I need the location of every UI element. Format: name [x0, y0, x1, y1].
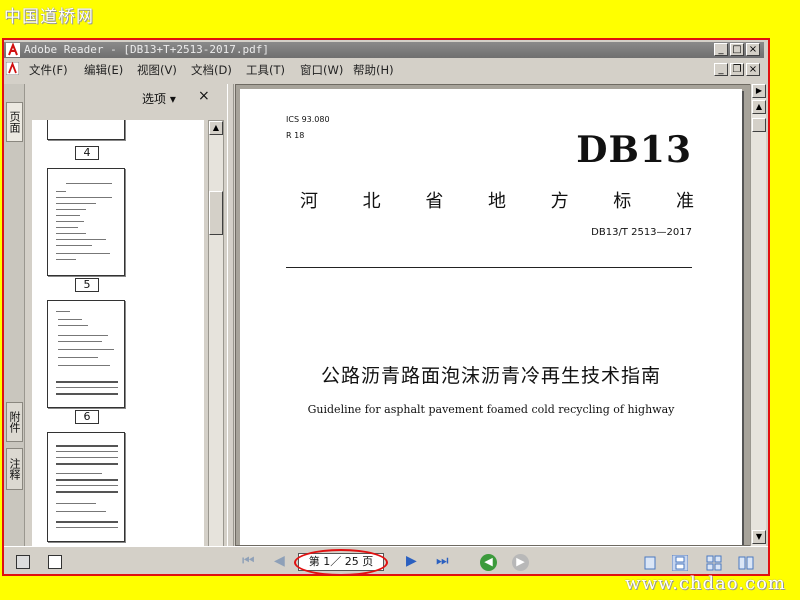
thumbnail-list[interactable]: 4 5 6 [32, 120, 204, 572]
continuous-page-icon[interactable] [672, 555, 688, 571]
site-watermark: www.chdao.com [625, 573, 786, 594]
pages-panel-header: 选项 ▾ × [26, 84, 226, 114]
options-menu[interactable]: 选项 ▾ [142, 90, 176, 107]
tab-attachments[interactable]: 附件 [6, 402, 23, 442]
menu-view[interactable]: 视图(V) [137, 62, 177, 78]
last-page-icon[interactable]: ⏭ [436, 553, 449, 569]
scroll-thumb[interactable] [209, 191, 223, 235]
type-char: 准 [675, 191, 694, 212]
maximize-button[interactable]: □ [730, 43, 744, 56]
thumbnail-scrollbar[interactable]: ▲ ▼ [208, 120, 224, 572]
type-char: 方 [550, 191, 569, 212]
page-size-icon[interactable] [48, 555, 62, 569]
previous-view-icon[interactable]: ◀ [480, 554, 497, 571]
doc-close-button[interactable]: × [746, 63, 760, 76]
sidebar-tab-strip: 页面 附件 注释 [4, 84, 25, 574]
ics-code: ICS 93.080 [286, 115, 330, 124]
panel-splitter[interactable] [227, 84, 234, 574]
next-page-arrow-icon[interactable]: ▶ [752, 84, 766, 98]
type-char: 省 [425, 191, 444, 212]
scroll-up-icon[interactable]: ▲ [209, 121, 223, 135]
title-bar: Adobe Reader - [DB13+T+2513-2017.pdf] _ … [4, 42, 764, 58]
site-logo: 中国道桥网 [4, 7, 94, 27]
menu-document[interactable]: 文档(D) [191, 62, 232, 78]
chinese-title: 公路沥青路面泡沫沥青冷再生技术指南 [320, 365, 661, 387]
thumbnail-label: 5 [75, 278, 99, 292]
scroll-down-icon[interactable]: ▼ [752, 530, 766, 544]
type-char: 标 [613, 191, 632, 212]
status-bar: ⏮ ◀ 第 1／ 25 页 ▶ ⏭ ◀ ▶ [4, 546, 768, 574]
reader-window: Adobe Reader - [DB13+T+2513-2017.pdf] _ … [2, 38, 770, 576]
scroll-thumb[interactable] [752, 118, 766, 132]
document-scrollbar[interactable]: ▶ ▲ ▼ [750, 84, 766, 546]
divider-line [286, 267, 692, 268]
thumbnail-page-5[interactable] [47, 168, 125, 276]
doc-minimize-button[interactable]: _ [714, 63, 728, 76]
first-page-icon[interactable]: ⏮ [242, 553, 255, 569]
facing-pages-icon[interactable] [706, 555, 722, 571]
scroll-up-icon[interactable]: ▲ [752, 100, 766, 114]
type-char: 地 [487, 191, 506, 212]
pdf-document-icon [6, 62, 19, 75]
type-char: 河 [300, 191, 318, 212]
pdf-page: ICS 93.080 R 18 DB13 河 北 省 地 方 标 准 DB13/… [240, 89, 742, 545]
thumbnail-label: 6 [75, 410, 99, 424]
type-char: 北 [362, 191, 381, 212]
pages-panel: 选项 ▾ × 4 5 6 ▲ [26, 84, 226, 574]
thumbnail-page-6[interactable] [47, 300, 125, 408]
r-code: R 18 [286, 131, 305, 140]
menu-tools[interactable]: 工具(T) [246, 62, 285, 78]
menu-help[interactable]: 帮助(H) [353, 62, 394, 78]
standard-number: DB13/T 2513—2017 [591, 227, 692, 238]
adobe-reader-icon [6, 43, 20, 57]
close-button[interactable]: × [746, 43, 760, 56]
menu-edit[interactable]: 编辑(E) [84, 62, 123, 78]
window-title: Adobe Reader - [DB13+T+2513-2017.pdf] [24, 43, 270, 56]
save-icon[interactable] [16, 555, 30, 569]
standard-brand: DB13 [576, 129, 692, 171]
doc-restore-button[interactable]: ❐ [730, 63, 744, 76]
close-panel-icon[interactable]: × [198, 88, 210, 104]
previous-page-icon[interactable]: ◀ [274, 553, 285, 569]
single-page-icon[interactable] [642, 555, 658, 571]
thumbnail-page-4[interactable] [47, 120, 125, 140]
next-page-icon[interactable]: ▶ [406, 553, 417, 569]
next-view-icon[interactable]: ▶ [512, 554, 529, 571]
highlight-ellipse [294, 549, 388, 574]
menu-file[interactable]: 文件(F) [29, 62, 68, 78]
thumbnail-page-7[interactable] [47, 432, 125, 542]
english-title: Guideline for asphalt pavement foamed co… [307, 403, 675, 416]
thumbnail-label: 4 [75, 146, 99, 160]
menu-window[interactable]: 窗口(W) [300, 62, 343, 78]
menu-bar: 文件(F) 编辑(E) 视图(V) 文档(D) 工具(T) 窗口(W) 帮助(H… [4, 60, 764, 78]
standard-type: 河 北 省 地 方 标 准 [300, 187, 694, 213]
minimize-button[interactable]: _ [714, 43, 728, 56]
tab-comments[interactable]: 注释 [6, 448, 23, 490]
tab-pages[interactable]: 页面 [6, 102, 23, 142]
document-view[interactable]: ICS 93.080 R 18 DB13 河 北 省 地 方 标 准 DB13/… [235, 84, 763, 546]
continuous-facing-icon[interactable] [738, 555, 754, 571]
